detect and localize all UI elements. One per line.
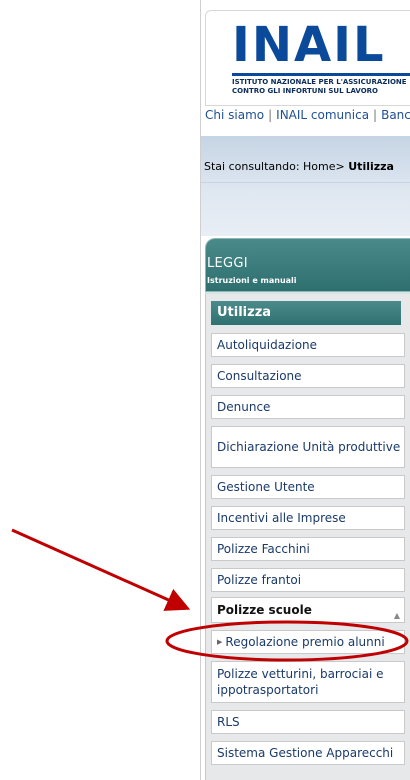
menu-item-autoliquidazione[interactable]: Autoliquidazione (211, 333, 405, 357)
menu-item-gestione-utente[interactable]: Gestione Utente (211, 475, 405, 499)
menu-item-label: Polizze scuole (217, 603, 312, 617)
breadcrumb-prefix: Stai consultando: Home> (204, 160, 349, 173)
menu-item-polizze-facchini[interactable]: Polizze Facchini (211, 537, 405, 561)
annotation-arrow (11, 528, 191, 611)
logo-subtitle-line1: ISTITUTO NAZIONALE PER L'ASSICURAZIONE (232, 78, 407, 86)
page-panel: INAIL ISTITUTO NAZIONALE PER L'ASSICURAZ… (200, 0, 410, 780)
submenu-item-regolazione-premio[interactable]: ▶ Regolazione premio alunni (211, 630, 405, 654)
menu-item-polizze-scuole[interactable]: Polizze scuole ▲ (211, 597, 405, 623)
top-navigation: Chi siamo | INAIL comunica | Banc (205, 108, 410, 126)
menu-item-label: Polizze Facchini (217, 542, 310, 556)
inail-logo: INAIL (232, 17, 386, 73)
menu-item-consultazione[interactable]: Consultazione (211, 364, 405, 388)
menu-item-label: Incentivi alle Imprese (217, 511, 346, 525)
section-title: LEGGI (207, 256, 248, 271)
triangle-bullet-icon: ▶ (217, 638, 223, 646)
menu-item-label: Gestione Utente (217, 480, 315, 494)
menu-item-rls[interactable]: RLS (211, 710, 405, 734)
nav-link-chi-siamo[interactable]: Chi siamo (205, 108, 268, 122)
header-band (201, 136, 410, 236)
menu-item-sistema-gestione[interactable]: Sistema Gestione Apparecchi (211, 741, 405, 765)
breadcrumb-divider (201, 182, 410, 183)
menu-item-label: Dichiarazione Unità produttive (217, 440, 401, 454)
menu-header: Utilizza (211, 301, 401, 325)
nav-separator: | (373, 108, 378, 122)
menu-item-label: Autoliquidazione (217, 338, 318, 352)
scroll-up-icon[interactable]: ▲ (394, 608, 400, 624)
section-subtitle: Istruzioni e manuali (207, 276, 297, 285)
nav-link-banche[interactable]: Banc (381, 108, 410, 122)
logo-subtitle: ISTITUTO NAZIONALE PER L'ASSICURAZIONE C… (232, 78, 407, 96)
menu-item-label: RLS (217, 715, 240, 729)
menu-item-label: Polizze vetturini, barrociai e ippotrasp… (217, 667, 384, 697)
menu-item-denunce[interactable]: Denunce (211, 395, 405, 419)
breadcrumb: Stai consultando: Home> Utilizza (204, 160, 410, 173)
menu-item-label: Regolazione premio alunni (225, 635, 385, 649)
menu-item-dichiarazione-unita[interactable]: Dichiarazione Unità produttive (211, 426, 405, 468)
menu-item-label: Consultazione (217, 369, 302, 383)
breadcrumb-current: Utilizza (348, 160, 394, 173)
menu-item-polizze-frantoi[interactable]: Polizze frantoi (211, 568, 405, 592)
logo-block[interactable]: INAIL ISTITUTO NAZIONALE PER L'ASSICURAZ… (205, 10, 410, 106)
menu-item-polizze-vetturini[interactable]: Polizze vetturini, barrociai e ippotrasp… (211, 661, 405, 703)
menu-item-label: Polizze frantoi (217, 573, 302, 587)
nav-separator: | (268, 108, 273, 122)
menu-item-label: Sistema Gestione Apparecchi (217, 746, 394, 760)
menu-item-label: Denunce (217, 400, 271, 414)
menu-item-incentivi[interactable]: Incentivi alle Imprese (211, 506, 405, 530)
nav-link-inail-comunica[interactable]: INAIL comunica (276, 108, 373, 122)
logo-subtitle-line2: CONTRO GLI INFORTUNI SUL LAVORO (232, 87, 378, 95)
logo-underline (232, 73, 410, 76)
